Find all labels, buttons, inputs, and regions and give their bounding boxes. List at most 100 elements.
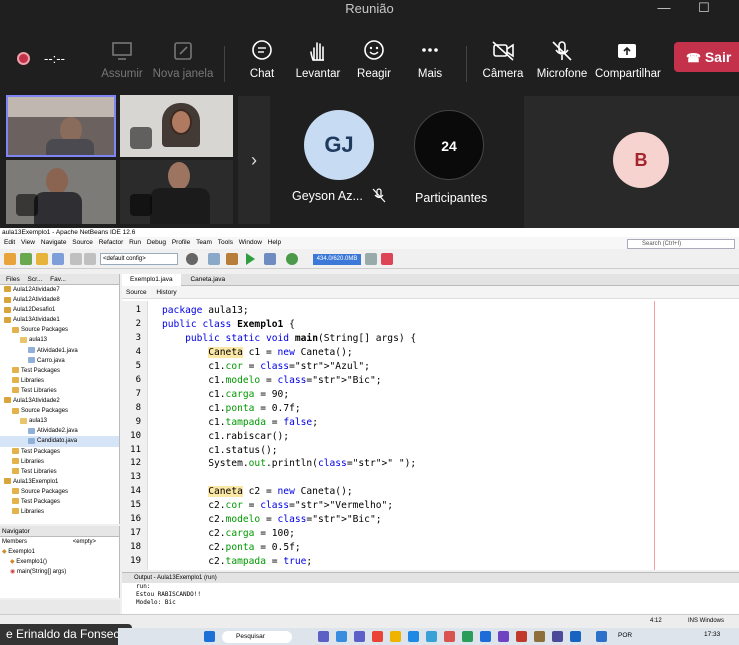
tree-node[interactable]: aula13 bbox=[0, 416, 119, 426]
chat-button[interactable]: Chat bbox=[231, 40, 293, 80]
app-icon[interactable] bbox=[444, 631, 455, 642]
config-select[interactable]: <default config> bbox=[100, 253, 178, 265]
app-icon[interactable] bbox=[408, 631, 419, 642]
app-icon[interactable] bbox=[570, 631, 581, 642]
save-all-icon[interactable] bbox=[52, 253, 64, 265]
explorer-icon[interactable] bbox=[390, 631, 401, 642]
app-icon[interactable] bbox=[516, 631, 527, 642]
video-tile-2[interactable] bbox=[120, 95, 233, 157]
new-file-icon[interactable] bbox=[20, 253, 32, 265]
menu-item[interactable]: Team bbox=[196, 239, 212, 246]
app-icon[interactable] bbox=[336, 631, 347, 642]
build-icon[interactable] bbox=[226, 253, 238, 265]
tree-node[interactable]: Aula13Atividade1 bbox=[0, 315, 119, 325]
windows-start-icon[interactable] bbox=[204, 631, 215, 642]
tree-node[interactable]: Candidato.java bbox=[0, 436, 119, 447]
tree-node[interactable]: Aula13Atividade2 bbox=[0, 396, 119, 406]
language-indicator[interactable]: POR bbox=[618, 632, 632, 639]
teams-icon[interactable] bbox=[354, 631, 365, 642]
more-button[interactable]: Mais bbox=[399, 40, 461, 80]
run-icon[interactable] bbox=[246, 253, 255, 265]
menu-item[interactable]: Profile bbox=[172, 239, 190, 246]
participant-avatar-gj[interactable]: GJ bbox=[304, 110, 374, 180]
menu-item[interactable]: Refactor bbox=[99, 239, 124, 246]
new-window-button[interactable]: Nova janela bbox=[152, 40, 214, 80]
target-icon[interactable] bbox=[186, 253, 198, 265]
menu-item[interactable]: Navigate bbox=[41, 239, 67, 246]
tree-node[interactable]: Libraries bbox=[0, 376, 119, 386]
tree-node[interactable]: aula13 bbox=[0, 335, 119, 345]
tree-node[interactable]: Test Libraries bbox=[0, 467, 119, 477]
app-icon[interactable] bbox=[498, 631, 509, 642]
tree-node[interactable]: Source Packages bbox=[0, 325, 119, 335]
source-tab[interactable]: Source bbox=[126, 289, 147, 296]
tree-node[interactable]: Aula12Atividade7 bbox=[0, 285, 119, 295]
tree-node[interactable]: Atividade2.java bbox=[0, 426, 119, 436]
clean-build-icon[interactable] bbox=[208, 253, 220, 265]
raise-hand-button[interactable]: Levantar bbox=[287, 40, 349, 80]
gc-icon-2[interactable] bbox=[381, 253, 393, 265]
menu-item[interactable]: Help bbox=[268, 239, 281, 246]
menu-item[interactable]: Debug bbox=[147, 239, 166, 246]
undo-icon[interactable] bbox=[70, 253, 82, 265]
tab-caneta[interactable]: Caneta.java bbox=[182, 274, 233, 286]
microphone-button[interactable]: Microfone bbox=[531, 40, 593, 80]
tab-exemplo1[interactable]: Exemplo1.java bbox=[122, 274, 181, 286]
profile-icon[interactable] bbox=[286, 253, 298, 265]
app-icon[interactable] bbox=[480, 631, 491, 642]
menu-item[interactable]: Window bbox=[239, 239, 262, 246]
participant-tile-b[interactable]: B bbox=[524, 96, 739, 228]
tree-node[interactable]: Test Packages bbox=[0, 447, 119, 457]
tree-node[interactable]: Libraries bbox=[0, 457, 119, 467]
menu-item[interactable]: Tools bbox=[218, 239, 233, 246]
redo-icon[interactable] bbox=[84, 253, 96, 265]
menu-item[interactable]: Source bbox=[72, 239, 93, 246]
navigator-item[interactable]: ◆ Exemplo1() bbox=[0, 557, 119, 567]
tree-node[interactable]: Libraries bbox=[0, 507, 119, 517]
navigator-item[interactable]: ◉ main(String[] args) bbox=[0, 567, 119, 577]
new-project-icon[interactable] bbox=[4, 253, 16, 265]
app-icon[interactable] bbox=[426, 631, 437, 642]
tree-node[interactable]: Test Libraries bbox=[0, 386, 119, 396]
taskbar-search[interactable]: Pesquisar bbox=[222, 631, 292, 643]
ide-search-input[interactable]: Search (Ctrl+I) bbox=[627, 239, 735, 249]
app-icon[interactable] bbox=[534, 631, 545, 642]
navigator-filter-right[interactable]: <empty> bbox=[73, 539, 96, 545]
menu-item[interactable]: Edit bbox=[4, 239, 15, 246]
history-tab[interactable]: History bbox=[156, 289, 176, 296]
video-tile-3[interactable] bbox=[6, 160, 116, 224]
maximize-button[interactable]: ☐ bbox=[689, 0, 719, 18]
app-icon[interactable] bbox=[462, 631, 473, 642]
tab-favorites[interactable]: Fav... bbox=[50, 276, 66, 283]
take-control-button[interactable]: Assumir bbox=[91, 40, 153, 80]
react-button[interactable]: Reagir bbox=[343, 40, 405, 80]
navigator-item[interactable]: ◆ Exemplo1 bbox=[0, 547, 119, 557]
navigator-filter-left[interactable]: Members bbox=[2, 539, 27, 545]
tree-node[interactable]: Carro.java bbox=[0, 356, 119, 366]
tree-node[interactable]: Atividade1.java bbox=[0, 346, 119, 356]
video-tile-4[interactable] bbox=[120, 160, 233, 224]
tab-files[interactable]: Files bbox=[6, 276, 20, 283]
camera-button[interactable]: Câmera bbox=[472, 40, 534, 80]
tab-scripts[interactable]: Scr... bbox=[28, 276, 43, 283]
tree-node[interactable]: Source Packages bbox=[0, 406, 119, 416]
tree-node[interactable]: Test Packages bbox=[0, 497, 119, 507]
video-tile-speaker[interactable] bbox=[6, 95, 116, 157]
share-button[interactable]: Compartilhar bbox=[595, 40, 661, 80]
leave-button[interactable]: ☎ Sair bbox=[674, 42, 739, 72]
tree-node[interactable]: Aula12Desafio1 bbox=[0, 305, 119, 315]
app-icon[interactable] bbox=[552, 631, 563, 642]
open-project-icon[interactable] bbox=[36, 253, 48, 265]
tree-node[interactable]: Aula12Atividade8 bbox=[0, 295, 119, 305]
participants-count-circle[interactable]: 24 bbox=[414, 110, 484, 180]
memory-indicator[interactable]: 434.0/620.0MB bbox=[313, 254, 361, 265]
minimize-button[interactable]: — bbox=[649, 0, 679, 18]
tree-node[interactable]: Aula13Exemplo1 bbox=[0, 477, 119, 487]
gc-icon[interactable] bbox=[365, 253, 377, 265]
output-tab[interactable]: Output - Aula13Exemplo1 (run) bbox=[122, 573, 739, 583]
tree-node[interactable]: Source Packages bbox=[0, 487, 119, 497]
chrome-icon[interactable] bbox=[372, 631, 383, 642]
menu-item[interactable]: Run bbox=[129, 239, 141, 246]
chevron-right-icon[interactable]: › bbox=[238, 96, 270, 224]
debug-icon[interactable] bbox=[264, 253, 276, 265]
